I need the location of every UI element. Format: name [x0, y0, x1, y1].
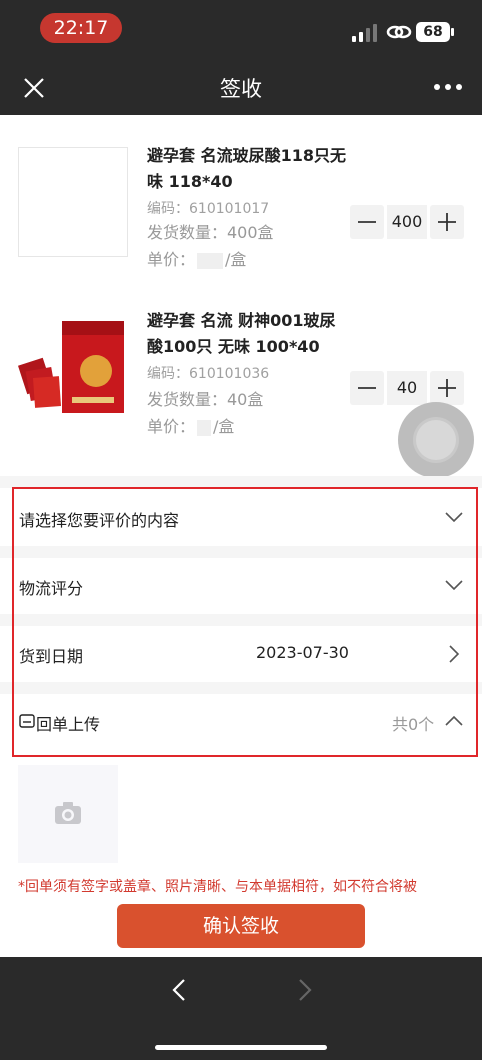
nav-bar: 签收	[0, 60, 482, 115]
price-unit: /盒	[225, 250, 247, 269]
product-item: 避孕套 名流玻尿酸118只无味 118*40 编码：610101017 发货数量…	[0, 115, 482, 280]
cellular-signal-icon	[352, 24, 380, 42]
price-unit: /盒	[213, 417, 235, 436]
forward-arrow-icon[interactable]	[294, 977, 316, 1003]
product-code: 编码：610101036	[147, 366, 270, 382]
increment-button[interactable]	[430, 205, 464, 239]
receipt-upload-header[interactable]: 回单上传 共0个	[0, 694, 482, 750]
receipt-count: 共0个	[392, 715, 435, 734]
battery-level: 68	[416, 22, 450, 42]
product-title: 避孕套 名流 财神001玻尿酸100只 无味 100*40	[147, 311, 336, 356]
chevron-right-icon	[449, 645, 460, 663]
product-unit-price: 单价： /盒	[147, 413, 234, 437]
arrival-date-value: 2023-07-30	[256, 643, 349, 662]
quantity-stepper: 400	[350, 205, 464, 239]
logistics-rating-select[interactable]: 物流评分	[0, 558, 482, 614]
receipt-upload-label: 回单上传	[36, 715, 101, 734]
logistics-rating-label: 物流评分	[19, 579, 84, 598]
link-icon	[386, 25, 412, 39]
receipt-icon	[19, 714, 35, 728]
arrival-date-label: 货到日期	[19, 647, 84, 666]
decrement-button[interactable]	[350, 371, 384, 405]
browser-toolbar	[0, 957, 482, 1060]
confirm-sign-button[interactable]: 确认签收	[117, 904, 365, 948]
back-arrow-icon[interactable]	[168, 977, 190, 1003]
product-image	[18, 321, 124, 413]
chevron-up-icon	[445, 715, 463, 726]
arrival-date-field[interactable]: 货到日期 2023-07-30	[0, 626, 482, 682]
decrement-button[interactable]	[350, 205, 384, 239]
quantity-input[interactable]: 400	[387, 205, 427, 239]
page-title: 签收	[220, 77, 262, 101]
review-content-select[interactable]: 请选择您要评价的内容	[0, 490, 482, 546]
floating-assistive-button[interactable]	[398, 402, 474, 478]
section-divider	[0, 476, 482, 488]
increment-button[interactable]	[430, 371, 464, 405]
product-image	[18, 147, 128, 257]
quantity-input[interactable]: 40	[387, 371, 427, 405]
section-divider	[0, 682, 482, 694]
battery-icon	[451, 28, 454, 36]
product-shipped-qty: 发货数量：400盒	[147, 223, 274, 242]
price-label: 单价：	[147, 417, 196, 436]
review-content-label: 请选择您要评价的内容	[19, 511, 180, 530]
product-code: 编码：610101017	[147, 201, 270, 217]
price-redacted	[197, 252, 224, 269]
quantity-stepper: 40	[350, 371, 464, 405]
price-label: 单价：	[147, 250, 196, 269]
home-indicator[interactable]	[155, 1045, 327, 1050]
product-title: 避孕套 名流玻尿酸118只无味 118*40	[147, 146, 346, 191]
receipt-requirement-note: *回单须有签字或盖章、照片清晰、与本单据相符，如不符合将被	[18, 879, 417, 895]
section-divider	[0, 546, 482, 558]
more-options-icon[interactable]	[432, 84, 464, 92]
photo-upload-slot[interactable]	[18, 765, 118, 863]
status-time: 22:17	[40, 13, 122, 43]
product-unit-price: 单价： /盒	[147, 246, 246, 270]
price-redacted	[197, 419, 212, 436]
status-bar: 22:17 68	[0, 0, 482, 60]
product-shipped-qty: 发货数量：40盒	[147, 390, 264, 409]
camera-icon	[55, 802, 81, 824]
chevron-down-icon	[445, 512, 463, 523]
section-divider	[0, 614, 482, 626]
chevron-down-icon	[445, 580, 463, 591]
